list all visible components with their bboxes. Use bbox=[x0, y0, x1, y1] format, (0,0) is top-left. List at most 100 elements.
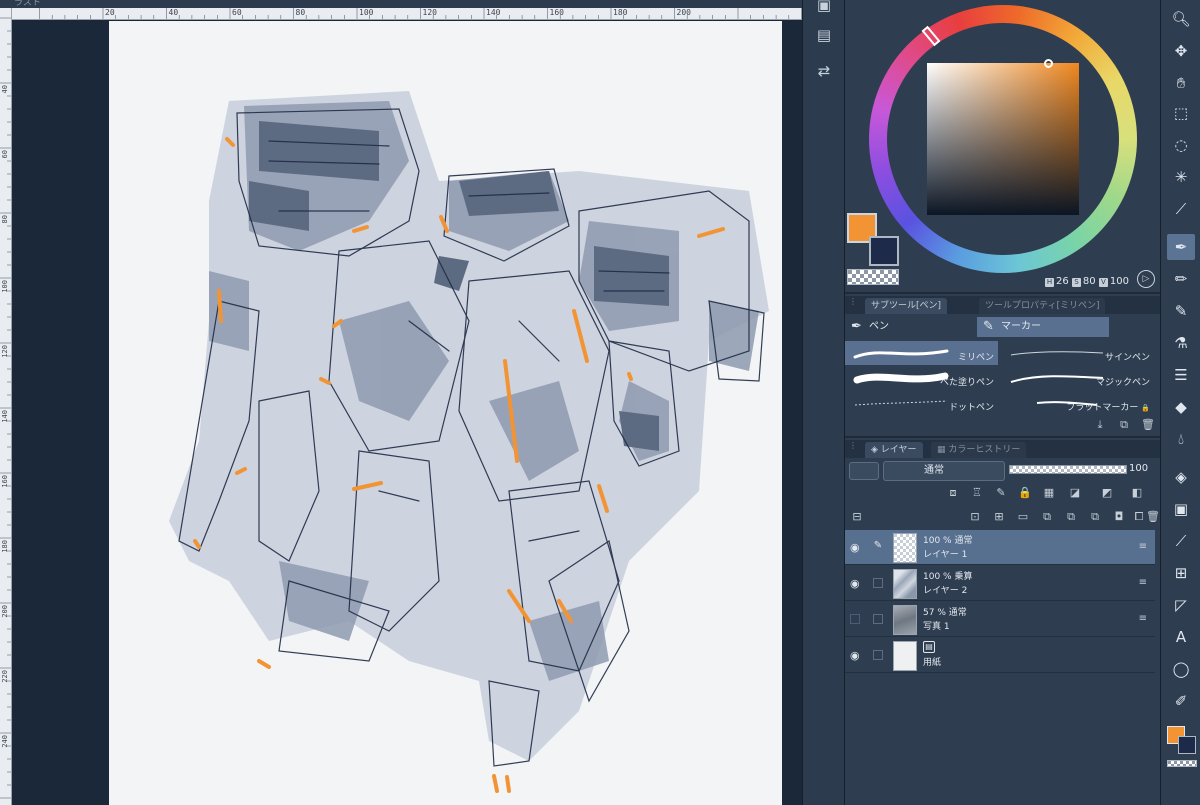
line-tool-icon[interactable]: ⟋ bbox=[1167, 528, 1195, 554]
sub-color-swatch[interactable] bbox=[869, 236, 899, 266]
reference-icon[interactable]: ♖ bbox=[969, 485, 985, 501]
layer-lock-checkbox[interactable] bbox=[873, 650, 883, 660]
brush-name: マジックペン bbox=[1095, 378, 1150, 388]
draft-icon[interactable]: ✎ bbox=[993, 485, 1009, 501]
lock-transparency-icon[interactable]: ▦ bbox=[1041, 485, 1057, 501]
duplicate-layer-icon[interactable]: ⧉ bbox=[1087, 509, 1103, 525]
brush-item-magic-pen[interactable]: マジックペン bbox=[1001, 366, 1154, 390]
auto-select-icon[interactable]: ✳ bbox=[1167, 164, 1195, 190]
new-folder-icon[interactable]: ▭ bbox=[1015, 509, 1031, 525]
operation-tool-icon[interactable]: ⬚ bbox=[1167, 100, 1195, 126]
drawing-canvas[interactable] bbox=[109, 21, 782, 805]
ruler-label: 180 bbox=[613, 8, 628, 17]
layer-row[interactable]: ◉ ✎ 100 % 通常 レイヤー 1 ≡ bbox=[845, 530, 1155, 565]
color-expression-icon[interactable]: ◧ bbox=[1129, 485, 1145, 501]
fill-tool-icon[interactable]: ◈ bbox=[1167, 464, 1195, 490]
text-tool-icon[interactable]: A bbox=[1167, 624, 1195, 650]
ruler-label: 160 bbox=[1, 475, 9, 488]
lasso-select-icon[interactable]: ◌ bbox=[1167, 132, 1195, 158]
group-pen[interactable]: ✒ ペン bbox=[845, 317, 975, 337]
airbrush-tool-icon[interactable]: ⚗ bbox=[1167, 330, 1195, 356]
correction-line-icon[interactable]: ✐ bbox=[1167, 688, 1195, 714]
mask-icon[interactable]: ◪ bbox=[1067, 485, 1083, 501]
duplicate-icon[interactable]: ⧉ bbox=[1117, 418, 1131, 432]
transform-icon[interactable]: ⇄ bbox=[813, 60, 835, 82]
brush-item-dot-pen[interactable]: ドットペン bbox=[845, 391, 998, 415]
tool-transparent-swatch[interactable] bbox=[1167, 760, 1197, 767]
layer-lock-checkbox[interactable] bbox=[873, 578, 883, 588]
eraser-tool-icon[interactable]: ◆ bbox=[1167, 394, 1195, 420]
tool-sub-color-swatch[interactable] bbox=[1178, 736, 1196, 754]
brush-item-milli-pen[interactable]: ミリペン bbox=[845, 341, 998, 365]
transfer-down-icon[interactable]: ⧉ bbox=[1039, 509, 1055, 525]
paper-icon-row: ▤ bbox=[923, 641, 941, 656]
hidden-eye-icon[interactable] bbox=[850, 614, 860, 624]
new-vector-layer-icon[interactable]: ⊞ bbox=[991, 509, 1007, 525]
brush-item-flat-marker[interactable]: フラットマーカー 🔒 bbox=[1001, 391, 1154, 415]
ruler-tool-icon[interactable]: ◸ bbox=[1167, 592, 1195, 618]
blend-mode-select[interactable]: 通常 bbox=[883, 461, 1005, 481]
group-marker[interactable]: ✎ マーカー bbox=[977, 317, 1109, 337]
tab-layer[interactable]: ◈ レイヤー bbox=[865, 442, 923, 458]
panel-layout-icon[interactable]: ⊟ bbox=[849, 509, 865, 525]
brush-stroke-preview bbox=[1010, 375, 1104, 383]
layer-color-select[interactable] bbox=[849, 462, 879, 480]
layer-menu-icon[interactable]: ≡ bbox=[1139, 577, 1147, 588]
save-icon[interactable]: ▤ bbox=[813, 24, 835, 46]
layer-lock-checkbox[interactable] bbox=[873, 614, 883, 624]
drag-grip-icon[interactable]: ⋮ bbox=[849, 298, 857, 309]
color-mode-button[interactable]: ▷ bbox=[1137, 270, 1155, 288]
trash-icon[interactable]: 🗑 bbox=[1141, 418, 1155, 432]
ruler-toggle-icon[interactable]: ◩ bbox=[1099, 485, 1115, 501]
paper-icon: ▤ bbox=[923, 641, 935, 653]
tab-layer-label: レイヤー bbox=[880, 445, 917, 455]
hand-tool-icon[interactable]: ✋︎ bbox=[1167, 70, 1195, 96]
layer-mask-icon[interactable]: ◘ bbox=[1111, 509, 1127, 525]
opacity-value[interactable]: 100 bbox=[1129, 463, 1148, 474]
brush-item-sign-pen[interactable]: サインペン bbox=[1001, 341, 1154, 365]
drag-grip-icon[interactable]: ⋮ bbox=[849, 442, 857, 453]
transparent-color-swatch[interactable] bbox=[847, 269, 899, 285]
layer-row[interactable]: ◉ 100 % 乗算 レイヤー 2 ≡ bbox=[845, 566, 1155, 601]
move-tool-icon[interactable]: ✥ bbox=[1167, 38, 1195, 64]
tab-tool-property[interactable]: ツールプロパティ[ミリペン] bbox=[979, 298, 1106, 314]
eye-icon[interactable]: ◉ bbox=[850, 577, 860, 590]
opacity-slider[interactable] bbox=[1009, 465, 1127, 474]
hsv-readout: H 26 S 80 V 100 bbox=[1045, 276, 1129, 287]
ruler-label: 200 bbox=[1, 605, 9, 618]
import-icon[interactable]: ⤓ bbox=[1093, 418, 1107, 432]
delete-layer-icon[interactable]: 🗑 bbox=[1145, 509, 1161, 525]
combine-down-icon[interactable]: ⧉ bbox=[1063, 509, 1079, 525]
panel-side-strip: ▣ ▤ ⇄ bbox=[802, 0, 844, 805]
gradient-tool-icon[interactable]: ▣ bbox=[1167, 496, 1195, 522]
frame-tool-icon[interactable]: ⊞ bbox=[1167, 560, 1195, 586]
brush-tool-icon[interactable]: ✎ bbox=[1167, 298, 1195, 324]
new-raster-layer-icon[interactable]: ⊡ bbox=[967, 509, 983, 525]
eyedropper-icon[interactable]: ⟋ bbox=[1167, 196, 1195, 222]
brush-stroke-preview bbox=[1010, 351, 1104, 356]
ruler-label: 160 bbox=[549, 8, 564, 17]
blend-tool-icon[interactable]: 💧︎ bbox=[1167, 426, 1195, 452]
tab-color-history[interactable]: ▦ カラーヒストリー bbox=[931, 442, 1027, 458]
pen-tool-icon[interactable]: ✒ bbox=[1167, 234, 1195, 260]
lock-icon[interactable]: 🔒 bbox=[1017, 485, 1033, 501]
layer-row[interactable]: 57 % 通常 写真 1 ≡ bbox=[845, 602, 1155, 637]
eye-icon[interactable]: ◉ bbox=[850, 541, 860, 554]
layer-menu-icon[interactable]: ≡ bbox=[1139, 613, 1147, 624]
brush-name: べた塗りペン bbox=[939, 378, 994, 388]
s-tag: S bbox=[1071, 278, 1081, 287]
layer-thumbnail bbox=[893, 605, 917, 635]
brush-item-solid-pen[interactable]: べた塗りペン bbox=[845, 366, 998, 390]
balloon-tool-icon[interactable]: ◯ bbox=[1167, 656, 1195, 682]
fill-icon[interactable]: ▣ bbox=[813, 0, 835, 16]
saturation-value-square[interactable] bbox=[927, 63, 1079, 215]
decoration-tool-icon[interactable]: ☰ bbox=[1167, 362, 1195, 388]
layer-row[interactable]: ◉ ▤ 用紙 bbox=[845, 638, 1155, 673]
sv-cursor[interactable] bbox=[1044, 59, 1053, 68]
clip-icon[interactable]: ⧈ bbox=[945, 485, 961, 501]
tab-subtool[interactable]: サブツール[ペン] bbox=[865, 298, 948, 314]
layer-menu-icon[interactable]: ≡ bbox=[1139, 541, 1147, 552]
eye-icon[interactable]: ◉ bbox=[850, 649, 860, 662]
zoom-tool-icon[interactable]: 🔍︎ bbox=[1167, 6, 1195, 32]
pencil-tool-icon[interactable]: ✏ bbox=[1167, 266, 1195, 292]
